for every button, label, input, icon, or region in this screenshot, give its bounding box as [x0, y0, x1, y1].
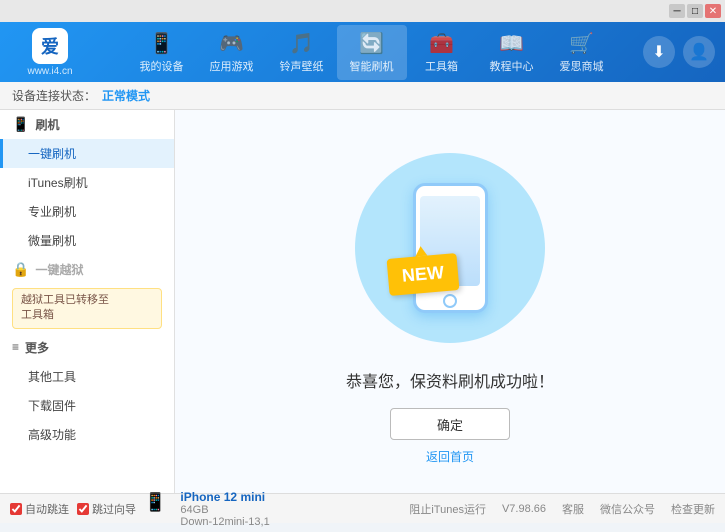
jailbreak-notice: 越狱工具已转移至工具箱 — [12, 288, 162, 329]
nav-app-games[interactable]: 🎮 应用游戏 — [197, 25, 267, 80]
device-capacity: 64GB — [180, 504, 269, 516]
minimize-btn[interactable]: ─ — [669, 4, 685, 18]
bottom-bar: 自动跳连 跳过向导 📱 iPhone 12 mini 64GB Down-12m… — [0, 493, 725, 523]
toolbox-label: 工具箱 — [425, 58, 458, 74]
new-badge: NEW — [386, 253, 459, 296]
sidebar: 📱 刷机 一键刷机 iTunes刷机 专业刷机 微量刷机 🔒 一键越狱 越狱工具… — [0, 110, 175, 493]
sidebar-item-other-tools[interactable]: 其他工具 — [0, 362, 174, 391]
status-label: 设备连接状态： — [12, 87, 96, 104]
success-illustration: NEW ✦ ✦ ✧ — [340, 138, 560, 358]
confirm-button[interactable]: 确定 — [390, 408, 510, 440]
version-label: V7.98.66 — [502, 503, 546, 515]
sidebar-section-more[interactable]: ≡ 更多 — [0, 333, 174, 362]
ringtones-icon: 🎵 — [289, 31, 314, 56]
status-value: 正常模式 — [102, 87, 150, 104]
device-section: 📱 iPhone 12 mini 64GB Down-12mini-13,1 — [144, 486, 270, 532]
main-content: 📱 刷机 一键刷机 iTunes刷机 专业刷机 微量刷机 🔒 一键越狱 越狱工具… — [0, 110, 725, 493]
jailbreak-label: 一键越狱 — [35, 261, 83, 278]
app-games-icon: 🎮 — [219, 31, 244, 56]
nav-items: 📱 我的设备 🎮 应用游戏 🎵 铃声壁纸 🔄 智能刷机 🧰 工具箱 📖 教程中心… — [100, 25, 643, 80]
logo-area[interactable]: 爱 www.i4.cn — [10, 28, 90, 77]
stop-itunes-btn[interactable]: 阻止iTunes运行 — [409, 501, 486, 517]
nav-ringtones[interactable]: 🎵 铃声壁纸 — [267, 25, 337, 80]
skip-wizard-label: 跳过向导 — [92, 501, 136, 517]
phone-wrap: NEW ✦ ✦ ✧ — [413, 183, 488, 313]
device-name: iPhone 12 mini — [180, 490, 269, 504]
toolbox-icon: 🧰 — [429, 31, 454, 56]
auto-connect-label: 自动跳连 — [25, 501, 69, 517]
sidebar-item-pro-flash[interactable]: 专业刷机 — [0, 197, 174, 226]
logo-icon: 爱 — [32, 28, 68, 64]
more-section-icon: ≡ — [12, 340, 19, 354]
skip-wizard-input[interactable] — [77, 503, 89, 515]
device-info: iPhone 12 mini 64GB Down-12mini-13,1 — [180, 490, 269, 528]
smart-flash-icon: 🔄 — [359, 31, 384, 56]
success-text: 恭喜您，保资料刷机成功啦！ — [346, 368, 554, 392]
nav-tutorial[interactable]: 📖 教程中心 — [477, 25, 547, 80]
tutorial-icon: 📖 — [499, 31, 524, 56]
wechat-link[interactable]: 微信公众号 — [600, 501, 655, 517]
ringtones-label: 铃声壁纸 — [280, 58, 324, 74]
nav-smart-flash[interactable]: 🔄 智能刷机 — [337, 25, 407, 80]
close-btn[interactable]: ✕ — [705, 4, 721, 18]
download-btn[interactable]: ⬇ — [643, 36, 675, 68]
flash-section-icon: 📱 — [12, 116, 29, 133]
back-link[interactable]: 返回首页 — [426, 448, 474, 465]
header: 爱 www.i4.cn 📱 我的设备 🎮 应用游戏 🎵 铃声壁纸 🔄 智能刷机 … — [0, 22, 725, 82]
maximize-btn[interactable]: □ — [687, 4, 703, 18]
store-icon: 🛒 — [569, 31, 594, 56]
my-device-label: 我的设备 — [140, 58, 184, 74]
skip-wizard-checkbox[interactable]: 跳过向导 — [77, 501, 136, 517]
lock-icon: 🔒 — [12, 261, 29, 278]
header-actions: ⬇ 👤 — [643, 36, 715, 68]
auto-connect-checkbox[interactable]: 自动跳连 — [10, 501, 69, 517]
sidebar-item-micro-flash[interactable]: 微量刷机 — [0, 226, 174, 255]
right-panel: NEW ✦ ✦ ✧ 恭喜您，保资料刷机成功啦！ 确定 返回首页 — [175, 110, 725, 493]
user-btn[interactable]: 👤 — [683, 36, 715, 68]
nav-toolbox[interactable]: 🧰 工具箱 — [407, 25, 477, 80]
tutorial-label: 教程中心 — [490, 58, 534, 74]
device-phone-icon: 📱 — [144, 492, 166, 513]
sidebar-item-one-click-flash[interactable]: 一键刷机 — [0, 139, 174, 168]
title-bar: ─ □ ✕ — [0, 0, 725, 22]
sidebar-section-flash[interactable]: 📱 刷机 — [0, 110, 174, 139]
device-system: Down-12mini-13,1 — [180, 516, 269, 528]
phone-home — [443, 294, 457, 308]
status-bar: 设备连接状态： 正常模式 — [0, 82, 725, 110]
sidebar-item-download-firmware[interactable]: 下载固件 — [0, 391, 174, 420]
flash-section-label: 刷机 — [35, 116, 59, 133]
bottom-right: 阻止iTunes运行 V7.98.66 客服 微信公众号 检查更新 — [409, 501, 715, 517]
smart-flash-label: 智能刷机 — [350, 58, 394, 74]
nav-store[interactable]: 🛒 爱思商城 — [547, 25, 617, 80]
more-section-label: 更多 — [25, 339, 49, 356]
check-update-link[interactable]: 检查更新 — [671, 501, 715, 517]
auto-connect-input[interactable] — [10, 503, 22, 515]
sidebar-section-jailbreak[interactable]: 🔒 一键越狱 — [0, 255, 174, 284]
my-device-icon: 📱 — [149, 31, 174, 56]
bottom-left: 自动跳连 跳过向导 📱 iPhone 12 mini 64GB Down-12m… — [10, 486, 270, 532]
customer-service-link[interactable]: 客服 — [562, 501, 584, 517]
sidebar-item-advanced[interactable]: 高级功能 — [0, 420, 174, 449]
logo-text: www.i4.cn — [27, 66, 72, 77]
store-label: 爱思商城 — [560, 58, 604, 74]
app-games-label: 应用游戏 — [210, 58, 254, 74]
nav-my-device[interactable]: 📱 我的设备 — [127, 25, 197, 80]
sidebar-item-itunes-flash[interactable]: iTunes刷机 — [0, 168, 174, 197]
